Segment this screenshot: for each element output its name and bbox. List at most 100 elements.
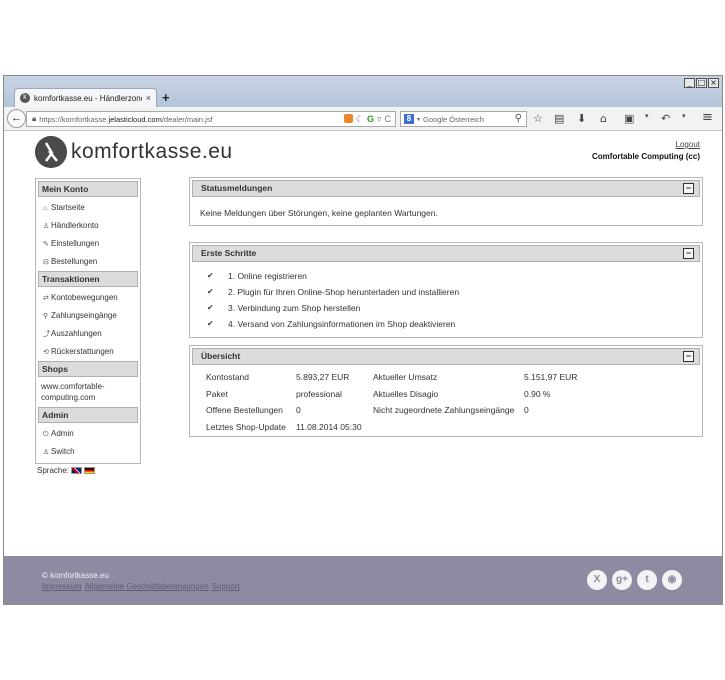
addon-moon-icon[interactable]: ☾ — [356, 114, 364, 125]
page-content: komfortkasse.eu Logout Comfortable Compu… — [4, 132, 722, 604]
refund-icon: ⟲ — [43, 349, 49, 356]
support-link[interactable]: Support — [212, 582, 240, 591]
search-placeholder: Google Österreich — [423, 114, 484, 124]
user-icon: ♙ — [43, 223, 50, 230]
tab-close-icon[interactable]: × — [146, 93, 151, 103]
overview-value: professional — [296, 388, 342, 399]
home-icon: ⌂ — [43, 205, 48, 212]
favicon-icon: k — [20, 93, 30, 103]
list-item: ✔ 1. Online registrieren — [192, 268, 700, 284]
twitter-icon[interactable]: t — [637, 570, 657, 590]
google-icon: 8 — [404, 114, 414, 124]
list-item: ✔ 2. Plugin für Ihren Online-Shop herunte… — [192, 284, 700, 300]
sidebar-item-shop[interactable]: www.comfortable-computing.com — [38, 379, 138, 407]
collapse-button[interactable]: − — [683, 248, 694, 259]
minimize-button[interactable]: _ — [684, 78, 695, 88]
download-icon[interactable]: ⬇ — [577, 112, 586, 125]
search-engine-dropdown-icon[interactable]: ▾ — [417, 116, 420, 123]
search-icon: ⚲ — [43, 313, 49, 320]
sidebar-heading-transaktionen: Transaktionen — [38, 271, 138, 287]
overview-label: Aktueller Umsatz — [373, 372, 438, 382]
bookmark-star-icon[interactable]: ☆ — [533, 112, 543, 125]
impressum-link[interactable]: Impressum — [42, 582, 82, 591]
screenshot-icon[interactable]: ▣ — [624, 112, 634, 125]
maximize-button[interactable]: □ — [696, 78, 707, 88]
navigation-bar: ← 🔒︎ https://komfortkasse.jelasticloud.c… — [4, 107, 722, 131]
window-controls: _ □ × — [684, 78, 719, 88]
dropdown-icon[interactable]: ▿ — [377, 114, 382, 125]
sidebar-heading-admin: Admin — [38, 407, 138, 423]
sidebar-item-switch[interactable]: ♙ Switch — [38, 443, 138, 461]
addon-icon[interactable] — [343, 114, 353, 123]
addon-dropdown-icon[interactable]: ▾ — [682, 112, 686, 120]
overview-value: 0 — [296, 405, 301, 415]
search-bar[interactable]: 8 ▾ Google Österreich ⚲ — [400, 111, 527, 127]
overview-label: Aktuelles Disagio — [373, 388, 439, 399]
new-tab-button[interactable]: + — [162, 90, 170, 105]
logo-text: komfortkasse.eu — [71, 140, 233, 163]
status-panel: Statusmeldungen − Keine Meldungen über S… — [189, 177, 703, 226]
de-flag-icon[interactable] — [84, 467, 96, 474]
status-panel-header: Statusmeldungen − — [192, 180, 700, 197]
home-browser-icon[interactable]: ⌂ — [600, 112, 607, 125]
footer: © komfortkasse.eu Impressum Allgemeine G… — [4, 556, 722, 604]
sidebar-item-bestellungen[interactable]: ⊟ Bestellungen — [38, 253, 138, 271]
reload-icon[interactable]: C — [385, 114, 392, 125]
browser-window: _ □ × k komfortkasse.eu - Händlerzone × … — [3, 75, 723, 605]
sidebar-item-einstellungen[interactable]: ✎ Einstellungen — [38, 235, 138, 253]
sidebar-item-rueckerstattungen[interactable]: ⟲ Rückerstattungen — [38, 343, 138, 361]
search-icon[interactable]: ⚲ — [515, 113, 522, 124]
overview-panel-title: Übersicht — [201, 351, 241, 361]
overview-value: 5.893,27 EUR — [296, 372, 350, 382]
reading-list-icon[interactable]: ▤ — [554, 112, 564, 125]
sidebar-item-admin[interactable]: ⏻ Admin — [38, 425, 138, 443]
overview-value: 0.90 % — [524, 388, 551, 399]
logo-mark-icon — [35, 136, 67, 168]
sidebar-item-zahlungseingaenge[interactable]: ⚲ Zahlungseingänge — [38, 307, 138, 325]
sidebar-item-startseite[interactable]: ⌂ Startseite — [38, 199, 138, 217]
logout-link[interactable]: Logout — [676, 140, 700, 149]
url-bar[interactable]: 🔒︎ https://komfortkasse.jelasticloud.com… — [26, 111, 396, 127]
overview-label: Letztes Shop-Update — [206, 421, 286, 432]
copyright: © komfortkasse.eu — [42, 571, 109, 580]
browser-tab[interactable]: k komfortkasse.eu - Händlerzone × — [14, 88, 157, 107]
hamburger-menu-icon[interactable]: ≡ — [702, 110, 713, 125]
overview-value: 11.08.2014 05:30 — [296, 421, 362, 432]
logo[interactable]: komfortkasse.eu — [35, 136, 233, 168]
overview-panel: Übersicht − Kontostand 5.893,27 EUR Aktu… — [189, 345, 703, 437]
collapse-button[interactable]: − — [683, 183, 694, 194]
addon-toolbar-icon[interactable]: ↶ — [661, 112, 670, 125]
language-selector: Sprache: — [37, 466, 96, 475]
back-button[interactable]: ← — [7, 109, 26, 128]
sidebar-heading-shops: Shops — [38, 361, 138, 377]
sidebar-item-auszahlungen[interactable]: ⤴Auszahlungen — [38, 325, 138, 343]
sidebar-item-haendlerkonto[interactable]: ♙ Händlerkonto — [38, 217, 138, 235]
checkmark-icon: ✔ — [207, 271, 214, 280]
overview-table: Kontostand 5.893,27 EUR Aktueller Umsatz… — [192, 365, 700, 434]
overview-value: 0 — [524, 405, 529, 415]
payout-icon: ⤴ — [43, 331, 50, 338]
tab-bar: _ □ × k komfortkasse.eu - Händlerzone × … — [4, 76, 722, 107]
arrows-icon: ⇄ — [43, 295, 49, 302]
overview-label: Kontostand — [206, 372, 250, 382]
list-item: ✔ 4. Versand von Zahlungsinformationen im… — [192, 316, 700, 332]
uk-flag-icon[interactable] — [71, 467, 83, 474]
company-name: Comfortable Computing (cc) — [592, 152, 700, 161]
social-links: X g+ t ◉ — [587, 570, 682, 590]
agb-link[interactable]: Allgemeine Geschäftsbedingungen — [85, 582, 209, 591]
power-icon: ⏻ — [43, 431, 49, 438]
user-icon: ♙ — [43, 449, 50, 456]
xing-icon[interactable]: X — [587, 570, 607, 590]
sidebar: Mein Konto ⌂ Startseite ♙ Händlerkonto ✎ Ei… — [35, 178, 141, 464]
collapse-button[interactable]: − — [683, 351, 694, 362]
steps-panel-header: Erste Schritte − — [192, 245, 700, 262]
rss-icon[interactable]: ◉ — [662, 570, 682, 590]
sidebar-item-kontobewegungen[interactable]: ⇄ Kontobewegungen — [38, 289, 138, 307]
addon-g-icon[interactable]: G — [367, 114, 374, 125]
checkmark-icon: ✔ — [207, 287, 214, 296]
menu-dropdown-icon[interactable]: ▾ — [645, 112, 649, 120]
close-window-button[interactable]: × — [708, 78, 719, 88]
footer-links: Impressum Allgemeine Geschäftsbedingunge… — [42, 582, 240, 591]
overview-label: Offene Bestellungen — [206, 405, 283, 415]
google-plus-icon[interactable]: g+ — [612, 570, 632, 590]
